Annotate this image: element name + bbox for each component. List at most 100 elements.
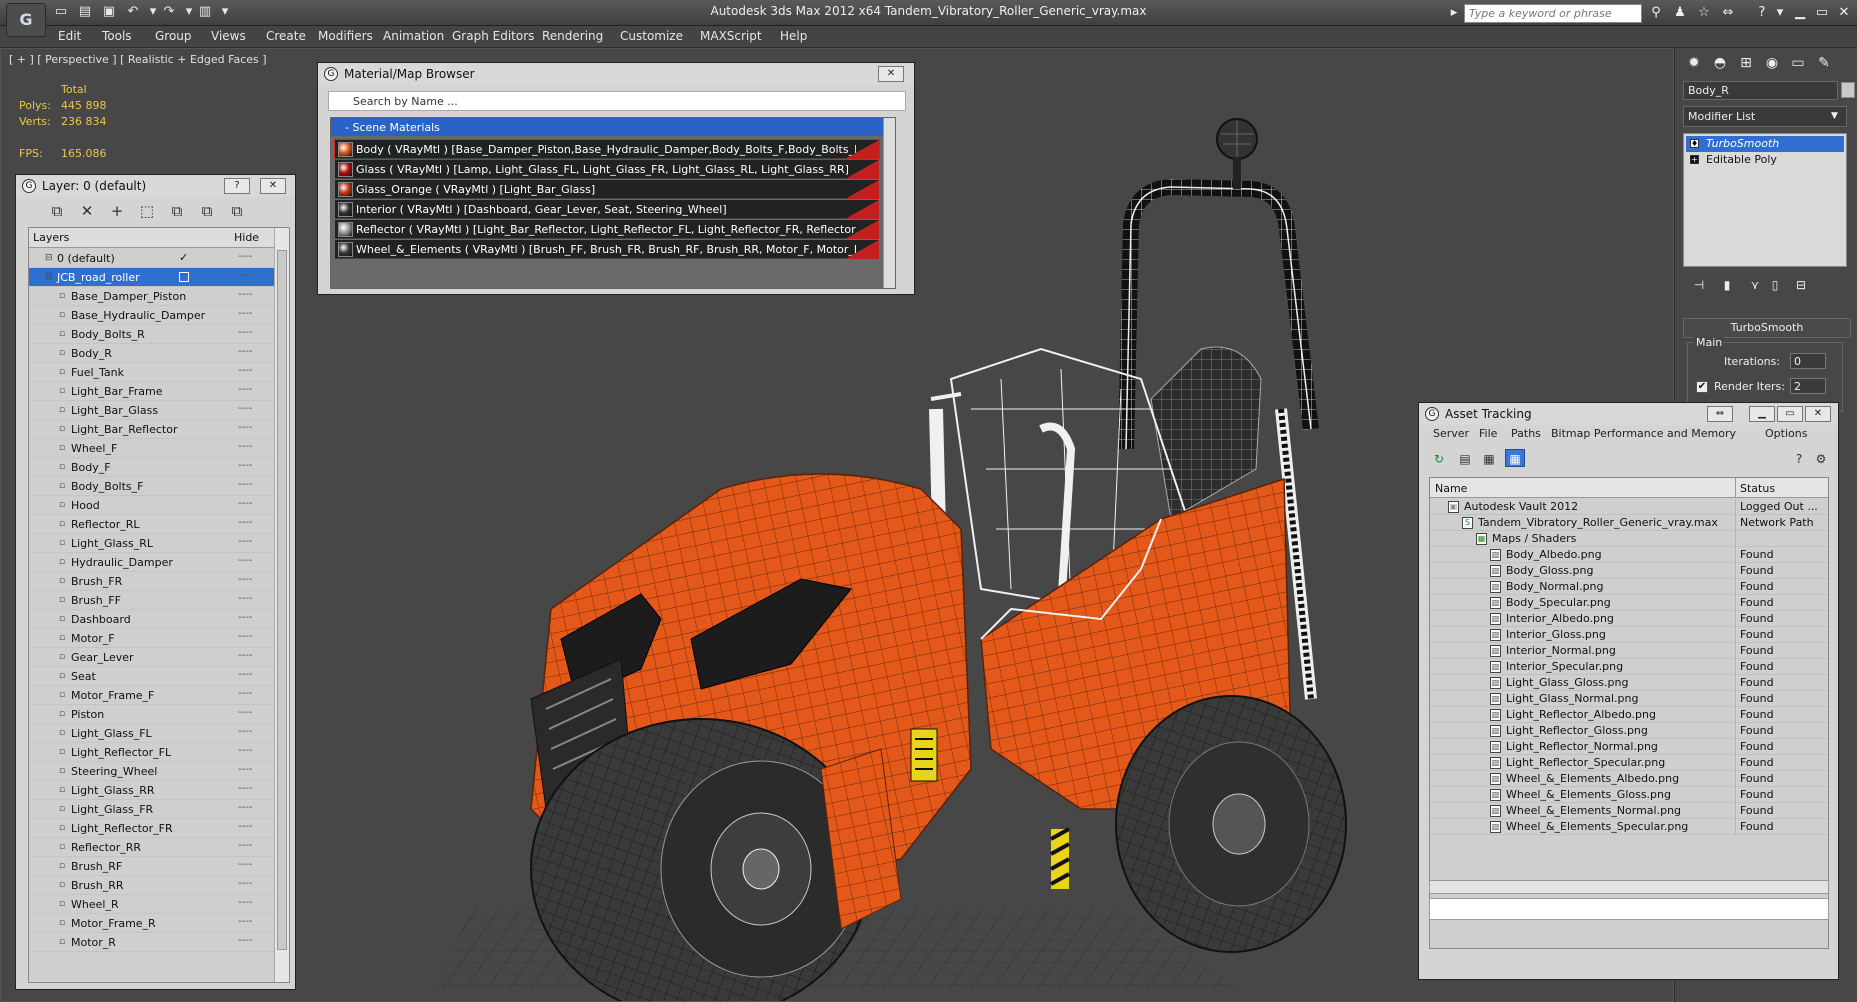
layer-row[interactable]: ▫ Fuel_Tank ---- (29, 363, 275, 382)
layer-row[interactable]: ▫ Gear_Lever ---- (29, 648, 275, 667)
hierarchy-tab-icon[interactable]: ⊞ (1735, 52, 1757, 74)
menu-modifiers[interactable]: Modifiers (318, 29, 373, 43)
highlight-selected-layer-icon[interactable]: ⧉ (166, 201, 188, 221)
hide-toggle[interactable]: ---- (238, 897, 252, 908)
stack-item-turbosmooth[interactable]: ♦ TurboSmooth (1686, 136, 1844, 152)
object-name-field[interactable]: Body_R (1683, 81, 1838, 100)
asset-row[interactable]: ▧ Interior_Specular.png Found (1430, 659, 1828, 675)
asset-row[interactable]: ▧ Wheel_&_Elements_Gloss.png Found (1430, 787, 1828, 803)
menu-help[interactable]: Help (780, 29, 807, 43)
asset-column-divider[interactable] (1735, 478, 1736, 498)
hide-toggle[interactable]: ---- (238, 859, 252, 870)
render-iters-checkbox[interactable]: ✔ (1696, 381, 1708, 393)
layer-help-button[interactable]: ? (224, 178, 250, 194)
add-to-layer-icon[interactable]: + (106, 201, 128, 221)
asset-menu-options[interactable]: Options (1765, 427, 1807, 440)
hide-toggle[interactable]: ---- (238, 650, 252, 661)
layer-row[interactable]: ▫ Reflector_RL ---- (29, 515, 275, 534)
hide-toggle[interactable]: ---- (238, 745, 252, 756)
hide-toggle[interactable]: ---- (238, 669, 252, 680)
layer-row[interactable]: ▫ Light_Glass_FL ---- (29, 724, 275, 743)
asset-row[interactable]: ▧ Light_Reflector_Albedo.png Found (1430, 707, 1828, 723)
help-dropdown-icon[interactable]: ▾ (1770, 4, 1790, 22)
hide-toggle[interactable]: ---- (238, 517, 252, 528)
layer-scrollbar-thumb[interactable] (277, 250, 287, 950)
layer-row[interactable]: ▫ Brush_FR ---- (29, 572, 275, 591)
asset-swap-dock-button[interactable]: ⇔ (1707, 406, 1733, 422)
asset-row[interactable]: ▣ Autodesk Vault 2012 Logged Out ... (1430, 499, 1828, 515)
hide-toggle[interactable]: ---- (238, 270, 252, 281)
hide-column-header[interactable]: Hide (234, 231, 259, 244)
hide-toggle[interactable]: ---- (238, 935, 252, 946)
hide-toggle[interactable]: ---- (238, 612, 252, 623)
layer-row[interactable]: ▫ Wheel_R ---- (29, 895, 275, 914)
app-logo-icon[interactable]: G (6, 3, 46, 37)
menu-rendering[interactable]: Rendering (542, 29, 603, 43)
asset-row[interactable]: ▧ Body_Specular.png Found (1430, 595, 1828, 611)
hide-toggle[interactable]: ---- (238, 688, 252, 699)
remove-modifier-icon[interactable]: ▯ (1765, 276, 1785, 294)
layers-column-header[interactable]: Layers (33, 231, 69, 244)
menu-group[interactable]: Group (155, 29, 192, 43)
hide-toggle[interactable]: ---- (238, 365, 252, 376)
material-search-input[interactable]: Search by Name ... (328, 91, 906, 111)
menu-views[interactable]: Views (211, 29, 246, 43)
hide-toggle[interactable]: ---- (238, 726, 252, 737)
asset-row[interactable]: ▧ Interior_Gloss.png Found (1430, 627, 1828, 643)
modify-tab-icon[interactable]: ◓ (1709, 52, 1731, 74)
set-current-layer-box-icon[interactable] (179, 272, 189, 282)
asset-menu-file[interactable]: File (1479, 427, 1497, 440)
layer-window-titlebar[interactable]: G Layer: 0 (default) (16, 175, 295, 197)
hide-toggle[interactable]: ---- (238, 251, 252, 262)
layer-row[interactable]: ▫ Light_Bar_Reflector ---- (29, 420, 275, 439)
pin-stack-icon[interactable]: ⊣ (1689, 276, 1709, 294)
hide-toggle[interactable]: ---- (238, 403, 252, 414)
layer-row[interactable]: ▫ Reflector_RR ---- (29, 838, 275, 857)
asset-tracking-titlebar[interactable]: G Asset Tracking (1419, 403, 1838, 425)
communication-center-icon[interactable]: ⇔ (1718, 4, 1738, 22)
menu-maxscript[interactable]: MAXScript (700, 29, 762, 43)
layer-row[interactable]: ▫ Light_Glass_FR ---- (29, 800, 275, 819)
menu-create[interactable]: Create (266, 29, 306, 43)
utilities-tab-icon[interactable]: ✎ (1813, 52, 1835, 74)
viewport-label[interactable]: [ + ] [ Perspective ] [ Realistic + Edge… (9, 53, 267, 66)
display-tab-icon[interactable]: ▭ (1787, 52, 1809, 74)
layer-row[interactable]: ▫ Body_F ---- (29, 458, 275, 477)
hide-toggle[interactable]: ---- (238, 327, 252, 338)
hide-toggle[interactable]: ---- (238, 384, 252, 395)
hide-toggle[interactable]: ---- (238, 916, 252, 927)
hide-toggle[interactable]: ---- (238, 821, 252, 832)
asset-row[interactable]: ▧ Light_Reflector_Gloss.png Found (1430, 723, 1828, 739)
turbosmooth-rollout-header[interactable]: TurboSmooth (1683, 318, 1851, 338)
menu-edit[interactable]: Edit (58, 29, 81, 43)
make-unique-icon[interactable]: ⋎ (1745, 276, 1765, 294)
hide-toggle[interactable]: ---- (238, 498, 252, 509)
layer-row[interactable]: ▫ Dashboard ---- (29, 610, 275, 629)
layer-row[interactable]: ▫ Light_Bar_Glass ---- (29, 401, 275, 420)
asset-row[interactable]: ▧ Interior_Normal.png Found (1430, 643, 1828, 659)
asset-menu-paths[interactable]: Paths (1511, 427, 1541, 440)
asset-row[interactable]: ▧ Light_Reflector_Specular.png Found (1430, 755, 1828, 771)
asset-horizontal-scrollbar[interactable] (1429, 880, 1829, 894)
hide-toggle[interactable]: ---- (238, 878, 252, 889)
asset-menu-server[interactable]: Server (1433, 427, 1469, 440)
hide-unhide-all-icon[interactable]: ⧉ (196, 201, 218, 221)
close-window-icon[interactable]: ✕ (1834, 4, 1854, 22)
layer-row[interactable]: ▫ Body_R ---- (29, 344, 275, 363)
asset-help-icon[interactable]: ? (1789, 449, 1809, 467)
refresh-icon[interactable]: ↻ (1429, 449, 1449, 467)
lightbulb-icon[interactable]: ♦ (1690, 139, 1699, 148)
layer-row[interactable]: ▫ Light_Glass_RL ---- (29, 534, 275, 553)
delete-layer-icon[interactable]: ✕ (76, 201, 98, 221)
asset-close-button[interactable]: ✕ (1805, 406, 1831, 422)
layer-row[interactable]: ▫ Brush_RF ---- (29, 857, 275, 876)
layer-row[interactable]: ▫ Motor_Frame_F ---- (29, 686, 275, 705)
menu-graph-editors[interactable]: Graph Editors (452, 29, 534, 43)
hide-toggle[interactable]: ---- (238, 555, 252, 566)
motion-tab-icon[interactable]: ◉ (1761, 52, 1783, 74)
binoculars-icon[interactable]: ⚲ (1646, 4, 1666, 22)
layer-scrollbar[interactable] (274, 228, 289, 982)
iterations-spinner[interactable]: 0 (1790, 353, 1826, 369)
help-icon[interactable]: ? (1752, 4, 1772, 22)
layer-row[interactable]: ▫ Brush_RR ---- (29, 876, 275, 895)
